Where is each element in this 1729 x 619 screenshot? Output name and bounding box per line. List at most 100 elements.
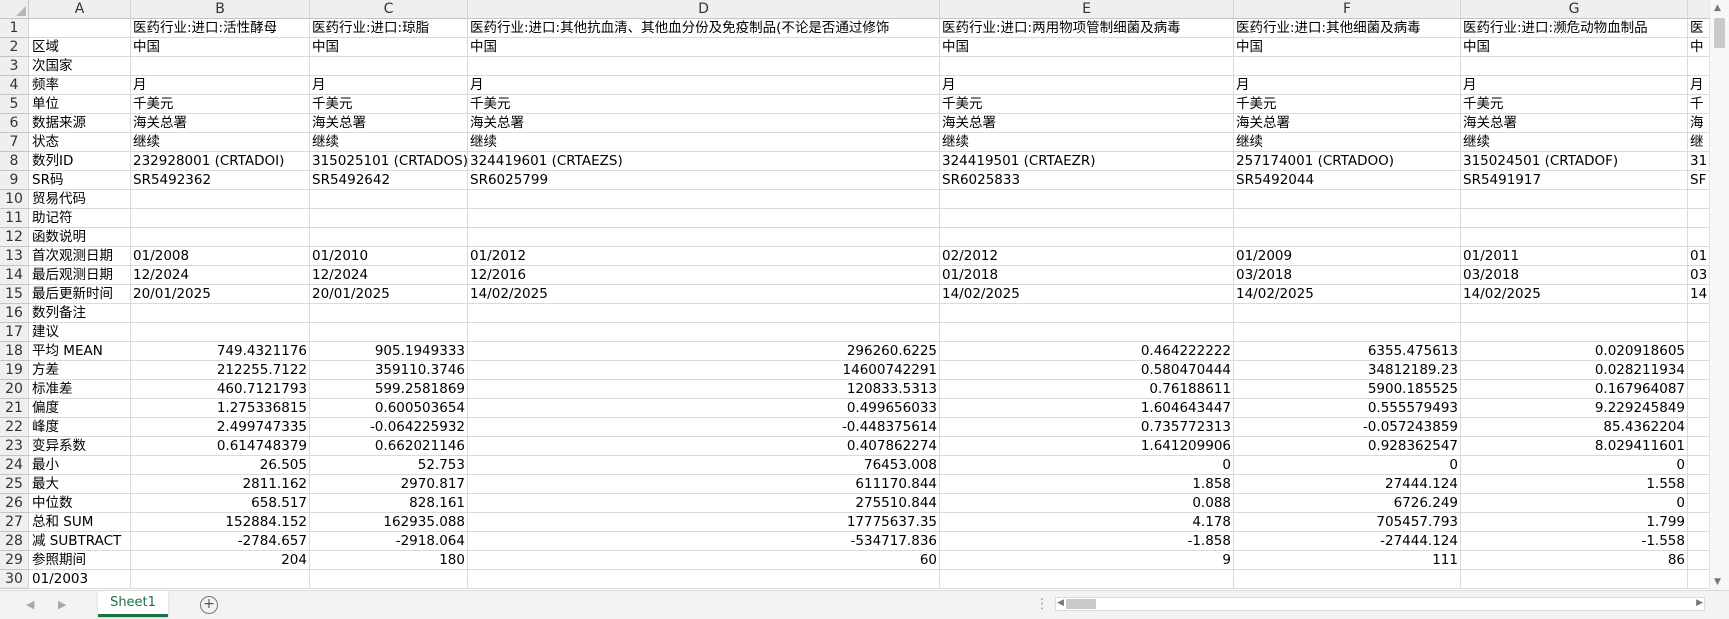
data-cell[interactable]: 0 bbox=[1461, 494, 1688, 513]
scroll-down-icon[interactable]: ▼ bbox=[1714, 577, 1721, 587]
data-cell[interactable]: 医药行业:进口:濒危动物血制品 bbox=[1461, 19, 1688, 38]
data-cell[interactable]: -2918.064 bbox=[310, 532, 468, 551]
data-cell[interactable]: 03/2018 bbox=[1234, 266, 1461, 285]
data-cell[interactable]: 继 bbox=[1688, 133, 1709, 152]
data-cell[interactable]: 千美元 bbox=[940, 95, 1234, 114]
data-cell[interactable]: 905.1949333 bbox=[310, 342, 468, 361]
data-cell[interactable]: 1.275336815 bbox=[131, 399, 310, 418]
row-header[interactable]: 3 bbox=[0, 57, 29, 76]
data-cell[interactable]: 继续 bbox=[940, 133, 1234, 152]
row-header[interactable]: 12 bbox=[0, 228, 29, 247]
data-cell[interactable]: 2811.162 bbox=[131, 475, 310, 494]
vertical-scrollbar[interactable]: ▲ ▼ bbox=[1709, 0, 1729, 590]
data-cell[interactable]: 中国 bbox=[131, 38, 310, 57]
data-cell[interactable] bbox=[1461, 228, 1688, 247]
label-cell[interactable]: 01/2003 bbox=[29, 570, 131, 589]
data-cell[interactable]: 52.753 bbox=[310, 456, 468, 475]
label-cell[interactable]: 最后更新时间 bbox=[29, 285, 131, 304]
data-cell[interactable] bbox=[310, 323, 468, 342]
data-cell[interactable]: 705457.793 bbox=[1234, 513, 1461, 532]
label-cell[interactable]: 平均 MEAN bbox=[29, 342, 131, 361]
row-header[interactable]: 10 bbox=[0, 190, 29, 209]
row-header[interactable]: 18 bbox=[0, 342, 29, 361]
data-cell[interactable]: 2.499747335 bbox=[131, 418, 310, 437]
data-cell[interactable]: 12/2024 bbox=[310, 266, 468, 285]
data-cell[interactable]: 599.2581869 bbox=[310, 380, 468, 399]
column-header[interactable] bbox=[1688, 0, 1709, 19]
data-cell[interactable] bbox=[131, 323, 310, 342]
data-cell[interactable]: 继续 bbox=[1234, 133, 1461, 152]
row-header[interactable]: 24 bbox=[0, 456, 29, 475]
data-cell[interactable] bbox=[468, 190, 940, 209]
data-cell[interactable]: 232928001 (CRTADOI) bbox=[131, 152, 310, 171]
row-header[interactable]: 17 bbox=[0, 323, 29, 342]
label-cell[interactable]: 次国家 bbox=[29, 57, 131, 76]
data-cell[interactable]: 03 bbox=[1688, 266, 1709, 285]
data-cell[interactable]: 120833.5313 bbox=[468, 380, 940, 399]
data-cell[interactable]: 0.020918605 bbox=[1461, 342, 1688, 361]
column-header[interactable]: F bbox=[1234, 0, 1461, 19]
data-cell[interactable]: 14/02/2025 bbox=[1461, 285, 1688, 304]
data-cell[interactable] bbox=[1688, 361, 1709, 380]
data-cell[interactable] bbox=[1688, 494, 1709, 513]
data-cell[interactable]: 月 bbox=[131, 76, 310, 95]
horizontal-scroll-thumb[interactable] bbox=[1066, 599, 1096, 609]
data-cell[interactable]: 611170.844 bbox=[468, 475, 940, 494]
data-cell[interactable] bbox=[1234, 228, 1461, 247]
column-header[interactable]: A bbox=[29, 0, 131, 19]
data-cell[interactable] bbox=[1461, 57, 1688, 76]
data-cell[interactable]: 千美元 bbox=[468, 95, 940, 114]
data-cell[interactable] bbox=[1461, 304, 1688, 323]
label-cell[interactable]: 助记符 bbox=[29, 209, 131, 228]
data-cell[interactable]: 01/2010 bbox=[310, 247, 468, 266]
row-header[interactable]: 9 bbox=[0, 171, 29, 190]
data-cell[interactable]: 海 bbox=[1688, 114, 1709, 133]
data-cell[interactable] bbox=[1688, 304, 1709, 323]
data-cell[interactable]: -2784.657 bbox=[131, 532, 310, 551]
label-cell[interactable]: 区域 bbox=[29, 38, 131, 57]
data-cell[interactable]: 01/2009 bbox=[1234, 247, 1461, 266]
row-header[interactable]: 20 bbox=[0, 380, 29, 399]
label-cell[interactable]: 首次观测日期 bbox=[29, 247, 131, 266]
data-cell[interactable] bbox=[310, 304, 468, 323]
data-cell[interactable]: SF bbox=[1688, 171, 1709, 190]
data-cell[interactable]: 6726.249 bbox=[1234, 494, 1461, 513]
label-cell[interactable]: 建议 bbox=[29, 323, 131, 342]
data-cell[interactable]: 中国 bbox=[468, 38, 940, 57]
data-cell[interactable]: 01 bbox=[1688, 247, 1709, 266]
data-cell[interactable] bbox=[1234, 209, 1461, 228]
data-cell[interactable]: 0.735772313 bbox=[940, 418, 1234, 437]
data-cell[interactable]: SR5491917 bbox=[1461, 171, 1688, 190]
data-cell[interactable] bbox=[940, 323, 1234, 342]
data-cell[interactable]: 医 bbox=[1688, 19, 1709, 38]
data-cell[interactable]: SR5492044 bbox=[1234, 171, 1461, 190]
row-header[interactable]: 22 bbox=[0, 418, 29, 437]
data-cell[interactable]: 0.499656033 bbox=[468, 399, 940, 418]
data-cell[interactable]: 01/2018 bbox=[940, 266, 1234, 285]
data-cell[interactable]: 86 bbox=[1461, 551, 1688, 570]
data-cell[interactable]: 海关总署 bbox=[1234, 114, 1461, 133]
data-cell[interactable]: 460.7121793 bbox=[131, 380, 310, 399]
data-cell[interactable]: SR6025833 bbox=[940, 171, 1234, 190]
data-cell[interactable]: 中国 bbox=[1461, 38, 1688, 57]
label-cell[interactable]: 峰度 bbox=[29, 418, 131, 437]
data-cell[interactable] bbox=[131, 304, 310, 323]
data-cell[interactable]: 0 bbox=[940, 456, 1234, 475]
label-cell[interactable]: 最小 bbox=[29, 456, 131, 475]
data-cell[interactable] bbox=[1461, 323, 1688, 342]
vertical-scroll-thumb[interactable] bbox=[1714, 18, 1725, 48]
data-cell[interactable]: 月 bbox=[1688, 76, 1709, 95]
data-cell[interactable] bbox=[310, 228, 468, 247]
data-cell[interactable]: 中国 bbox=[310, 38, 468, 57]
data-cell[interactable]: 14/02/2025 bbox=[1234, 285, 1461, 304]
next-sheet-icon[interactable]: ▶ bbox=[58, 598, 66, 611]
data-cell[interactable]: 20/01/2025 bbox=[131, 285, 310, 304]
data-cell[interactable]: -534717.836 bbox=[468, 532, 940, 551]
data-cell[interactable] bbox=[1688, 399, 1709, 418]
data-cell[interactable]: 0.614748379 bbox=[131, 437, 310, 456]
data-cell[interactable] bbox=[1234, 190, 1461, 209]
label-cell[interactable]: 最大 bbox=[29, 475, 131, 494]
data-cell[interactable]: 2970.817 bbox=[310, 475, 468, 494]
data-cell[interactable]: 658.517 bbox=[131, 494, 310, 513]
data-cell[interactable] bbox=[1688, 228, 1709, 247]
